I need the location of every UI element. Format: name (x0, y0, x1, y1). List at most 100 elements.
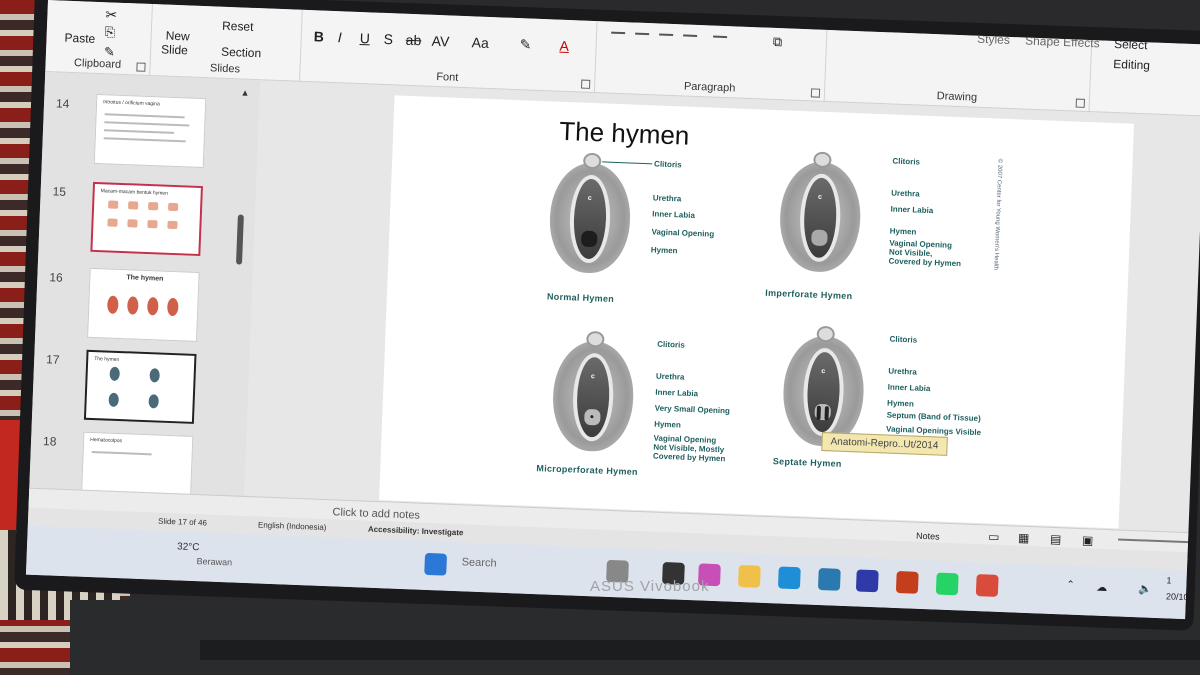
app-icon[interactable] (855, 569, 879, 593)
label-hymen: Hymen (886, 398, 914, 409)
convert-smartart-icon[interactable]: ⧉ (773, 34, 783, 50)
language-indicator[interactable]: English (Indonesia) (258, 520, 327, 532)
slideshow-icon[interactable]: ▣ (1082, 533, 1094, 547)
new-slide-button[interactable]: New (165, 29, 190, 44)
align-right-icon[interactable] (659, 33, 674, 37)
caption-imperforate-hymen: Imperforate Hymen (765, 287, 853, 302)
paragraph-group: ⧉ Paragraph (594, 21, 828, 102)
label-hymen: Hymen (653, 419, 682, 430)
urethra-mark: c (821, 367, 826, 376)
tooltip: Anatomi-Repro..Ut/2014 (821, 432, 948, 456)
accessibility-checker[interactable]: Accessibility: Investigate (368, 525, 464, 538)
thumbnail-slide-15[interactable]: Macam-macam bentuk hymen (90, 181, 203, 257)
volume-icon[interactable]: 🔈 (1138, 582, 1152, 596)
font-color-button[interactable]: A (559, 38, 569, 54)
weather-text[interactable]: Berawan (196, 556, 232, 567)
thumbnail-image (109, 366, 120, 382)
notes-button[interactable]: Notes (916, 531, 940, 542)
thumbnail-text-line (104, 129, 175, 134)
bold-button[interactable]: B (313, 28, 324, 44)
slide-sorter-icon[interactable]: ▦ (1018, 531, 1030, 545)
file-explorer-icon[interactable] (737, 564, 761, 588)
paragraph-launcher[interactable] (810, 88, 821, 98)
align-left-icon[interactable] (611, 31, 626, 35)
thumbnail-image (107, 295, 119, 314)
drawing-launcher[interactable] (1075, 98, 1085, 108)
label-covered-by-hymen: Covered by Hymen (652, 451, 726, 464)
chrome-icon[interactable] (975, 574, 999, 597)
label-septum: Septum (Band of Tissue) (886, 410, 981, 424)
microperforate-hymen-diagram: c (551, 330, 636, 453)
thumbnail-image (147, 219, 158, 229)
edge-icon[interactable] (777, 566, 801, 590)
align-center-icon[interactable] (635, 32, 650, 36)
store-icon[interactable] (817, 568, 841, 591)
label-very-small-opening: Very Small Opening (654, 403, 731, 416)
italic-button[interactable]: I (337, 29, 342, 45)
powerpoint-icon[interactable] (895, 571, 919, 594)
windows-start-icon[interactable] (424, 552, 448, 576)
label-urethra: Urethra (652, 193, 682, 204)
slides-group: New Slide Reset Section Slides (150, 4, 303, 82)
columns-icon[interactable] (713, 35, 728, 39)
thumbnail-number: 18 (42, 434, 57, 449)
thumbnail-slide-16[interactable]: The hymen (87, 267, 200, 342)
underline-button[interactable]: U (359, 30, 370, 46)
thumbnail-image (148, 201, 159, 211)
editing-group: Select Editing (1089, 37, 1200, 116)
slides-label: Slides (209, 62, 241, 76)
thumbnail-slide-17[interactable]: The hymen (83, 349, 197, 424)
clock-time[interactable]: 1 (1166, 575, 1171, 585)
reset-button[interactable]: Reset (222, 19, 254, 34)
vaginal-opening-shape (580, 230, 598, 248)
thumbnail-image (146, 297, 159, 316)
thumbnail-number: 15 (52, 184, 67, 199)
thumbnail-slide-18[interactable]: Hematocolpos (81, 431, 194, 496)
label-inner-labia: Inner Labia (655, 387, 699, 399)
clipboard-group: Paste ✂ ⎘ ✎ Clipboard (45, 0, 153, 76)
scroll-up-icon[interactable]: ▲ (240, 87, 249, 97)
font-launcher[interactable] (580, 79, 591, 89)
zoom-slider[interactable] (1118, 538, 1189, 544)
section-button[interactable]: Section (221, 45, 262, 61)
slide-count: Slide 17 of 46 (157, 516, 208, 528)
justify-icon[interactable] (683, 34, 698, 37)
urethra-mark: c (590, 373, 595, 381)
thumbnail-image (166, 297, 179, 317)
thumbnail-image (107, 218, 118, 227)
shadow-button[interactable]: S (383, 31, 393, 47)
normal-view-icon[interactable]: ▭ (988, 529, 1000, 543)
slide-title[interactable]: The hymen (559, 116, 690, 152)
character-spacing-button[interactable]: AV (431, 33, 449, 50)
label-inner-labia: Inner Labia (890, 204, 934, 216)
clipboard-launcher[interactable] (136, 62, 146, 72)
strikethrough-button[interactable]: ab (405, 32, 421, 49)
change-case-button[interactable]: Aa (471, 34, 489, 51)
whatsapp-icon[interactable] (935, 572, 959, 596)
small-opening-shape (590, 415, 594, 419)
thumbnail-image (149, 368, 160, 383)
thumbnail-title: The hymen (126, 274, 164, 283)
network-icon[interactable]: ☁ (1096, 581, 1107, 594)
label-clitoris: Clitoris (892, 156, 921, 167)
thumbnails-scrollbar[interactable] (235, 214, 244, 265)
image-credit: © 2007 Center for Young Women's Health (992, 158, 1003, 271)
drawing-label: Drawing (936, 90, 978, 104)
chevron-up-icon[interactable]: ⌃ (1066, 580, 1075, 591)
thumbnail-text-line (104, 121, 190, 127)
new-slide-label[interactable]: Slide (161, 42, 188, 57)
taskbar-search[interactable]: Search (461, 556, 496, 569)
septate-hymen-diagram: c (781, 325, 866, 448)
screen: Paste ✂ ⎘ ✎ Clipboard New Slide Reset Se… (25, 0, 1200, 620)
copy-icon[interactable]: ⎘ (104, 24, 116, 40)
paste-button[interactable]: Paste (64, 31, 95, 46)
thumbnail-slide-14[interactable]: Introitus / orificium vagina (93, 93, 207, 169)
reading-view-icon[interactable]: ▤ (1050, 532, 1062, 546)
weather-temp[interactable]: 32°C (177, 541, 200, 553)
highlight-icon[interactable]: ✎ (519, 36, 531, 53)
thumbnail-number: 16 (49, 270, 63, 285)
font-group: B I U S ab AV Aa ✎ A Font (300, 9, 598, 94)
cut-icon[interactable]: ✂ (105, 6, 117, 23)
imperforate-hymen-diagram: c (778, 150, 863, 274)
slide-canvas[interactable]: The hymen © 2007 Center for Young Women'… (379, 95, 1135, 529)
